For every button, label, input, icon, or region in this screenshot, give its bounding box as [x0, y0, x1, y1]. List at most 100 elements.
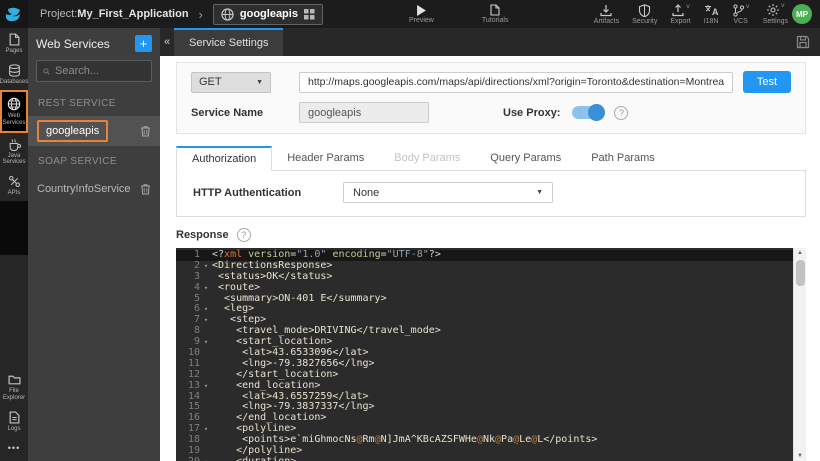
proxy-help-icon[interactable]: ? — [614, 105, 629, 120]
delete-service-trash-icon[interactable] — [140, 125, 151, 137]
preview-button[interactable]: Preview — [408, 4, 434, 24]
fold-gutter — [200, 392, 212, 403]
artifacts-label: Artifacts — [593, 17, 620, 25]
sidebar-item-file-explorer[interactable]: File Explorer — [0, 368, 28, 406]
fold-arrow-icon[interactable]: ▾ — [200, 381, 212, 392]
breadcrumb-chevron-icon: › — [198, 6, 203, 22]
save-floppy-icon — [796, 35, 810, 49]
scroll-up-arrow[interactable]: ▲ — [797, 248, 803, 258]
fold-arrow-icon[interactable]: ▾ — [200, 304, 212, 315]
user-avatar[interactable]: MP — [792, 4, 812, 24]
tab-service-settings[interactable]: Service Settings — [174, 28, 284, 56]
tab-query-params[interactable]: Query Params — [475, 146, 577, 171]
code-line: 5 <summary>ON-401 E</summary> — [176, 293, 793, 305]
i18n-translate-icon: A — [704, 4, 719, 17]
fold-arrow-icon[interactable]: ▾ — [200, 315, 212, 326]
vcs-button[interactable]: ˅ VCS — [732, 4, 750, 25]
open-service-tab-label: googleapis — [239, 8, 298, 20]
tab-authorization[interactable]: Authorization — [176, 146, 273, 171]
request-form: GET ▼ Test Service Name Use Proxy: ? — [176, 62, 806, 134]
export-upload-icon: ˅ — [671, 4, 690, 17]
more-menu-button[interactable]: ••• — [8, 437, 20, 461]
fold-gutter — [200, 413, 212, 424]
sidebar-item-label: Databases — [0, 78, 29, 85]
fold-gutter — [200, 446, 212, 457]
artifacts-button[interactable]: Artifacts — [594, 4, 619, 25]
scroll-down-arrow[interactable]: ▼ — [797, 451, 803, 461]
http-authentication-select[interactable]: None ▼ — [343, 182, 553, 203]
service-settings-content: GET ▼ Test Service Name Use Proxy: ? — [160, 56, 820, 461]
sidebar-item-pages[interactable]: Pages — [0, 28, 28, 59]
web-services-globe-icon — [7, 97, 21, 111]
fold-gutter — [200, 294, 212, 305]
wavemaker-logo-icon[interactable] — [0, 0, 28, 28]
vcs-branch-icon: ˅ — [732, 4, 750, 17]
http-method-select[interactable]: GET ▼ — [191, 71, 271, 93]
tabstrip-filler — [669, 146, 806, 171]
request-url-input[interactable] — [299, 71, 733, 93]
sidebar-item-logs[interactable]: Logs — [0, 406, 28, 437]
tab-path-params[interactable]: Path Params — [576, 146, 670, 171]
sidebar-item-label: APIs — [7, 190, 21, 197]
collapse-panel-button[interactable]: « — [160, 28, 174, 56]
settings-label: Settings — [762, 18, 788, 25]
use-proxy-toggle[interactable] — [572, 104, 606, 121]
rail-divider — [0, 201, 28, 256]
sidebar-item-label: Logs — [7, 426, 21, 433]
export-button[interactable]: ˅ Export — [670, 4, 690, 25]
settings-button[interactable]: ˅ Settings — [763, 3, 788, 25]
apis-icon — [8, 175, 21, 188]
service-item-googleapis[interactable]: googleapis — [28, 116, 160, 146]
sidebar-item-web-services[interactable]: Web Services — [0, 89, 28, 133]
delete-service-trash-icon[interactable] — [140, 183, 151, 195]
sidebar-item-databases[interactable]: Databases — [0, 59, 28, 90]
authorization-panel: HTTP Authentication None ▼ — [176, 171, 806, 217]
search-input[interactable] — [55, 65, 145, 77]
response-code-editor[interactable]: 1 <?xml version="1.0" encoding="UTF-8"?> 2… — [176, 248, 793, 461]
fold-gutter — [200, 326, 212, 337]
http-authentication-value: None — [353, 186, 380, 199]
dashboard-grid-icon[interactable] — [303, 8, 315, 20]
project-breadcrumb[interactable]: Project:My_First_Application — [40, 8, 189, 20]
save-button[interactable] — [786, 28, 820, 56]
fold-arrow-icon[interactable]: ▾ — [200, 261, 212, 272]
fold-arrow-icon[interactable]: ▾ — [200, 283, 212, 294]
security-label: Security — [632, 17, 658, 25]
service-item-label: CountryInfoService — [37, 183, 131, 195]
security-button[interactable]: Security — [632, 3, 658, 25]
dropdown-caret-icon: ˅ — [685, 3, 691, 11]
topbar-actions: Artifacts Security ˅ Export A I18N ˅ VCS ˅ Settin… — [594, 3, 788, 25]
service-item-CountryInfoService[interactable]: CountryInfoService — [28, 174, 160, 204]
sidebar-item-java-services[interactable]: Java Services — [0, 133, 28, 171]
add-service-button[interactable]: + — [135, 35, 152, 52]
top-bar: Project:My_First_Application › googleapi… — [0, 0, 820, 28]
editor-scrollbar[interactable]: ▲ ▼ — [793, 248, 806, 461]
i18n-button[interactable]: A I18N — [704, 4, 719, 25]
scrollbar-thumb[interactable] — [795, 260, 805, 286]
http-authentication-label: HTTP Authentication — [193, 186, 302, 199]
document-tab-bar: « Service Settings — [160, 28, 820, 56]
fold-gutter — [200, 435, 212, 446]
fold-gutter — [200, 272, 212, 283]
fold-arrow-icon[interactable]: ▾ — [200, 424, 212, 435]
preview-label: Preview — [408, 16, 434, 24]
test-button[interactable]: Test — [743, 71, 791, 93]
left-nav-rail: Pages Databases Web Services Java Services A… — [0, 28, 28, 461]
sidebar-item-label: Pages — [5, 48, 23, 54]
fold-gutter — [200, 348, 212, 359]
fold-gutter — [200, 370, 212, 381]
sidebar-item-apis[interactable]: APIs — [0, 170, 28, 201]
service-search-box[interactable] — [36, 60, 152, 82]
fold-gutter — [200, 250, 212, 261]
tab-header-params[interactable]: Header Params — [272, 146, 380, 171]
response-help-icon[interactable]: ? — [236, 228, 251, 242]
service-name-input[interactable] — [299, 102, 429, 123]
security-shield-icon — [638, 3, 651, 17]
open-service-tab[interactable]: googleapis — [212, 3, 323, 25]
svg-text:A: A — [712, 7, 719, 17]
fold-arrow-icon[interactable]: ▾ — [200, 337, 212, 348]
project-name: My_First_Application — [77, 8, 189, 20]
response-label: Response — [176, 229, 229, 241]
fold-arrow-icon[interactable]: ▾ — [200, 457, 212, 461]
tutorials-button[interactable]: Tutorials — [482, 4, 508, 24]
